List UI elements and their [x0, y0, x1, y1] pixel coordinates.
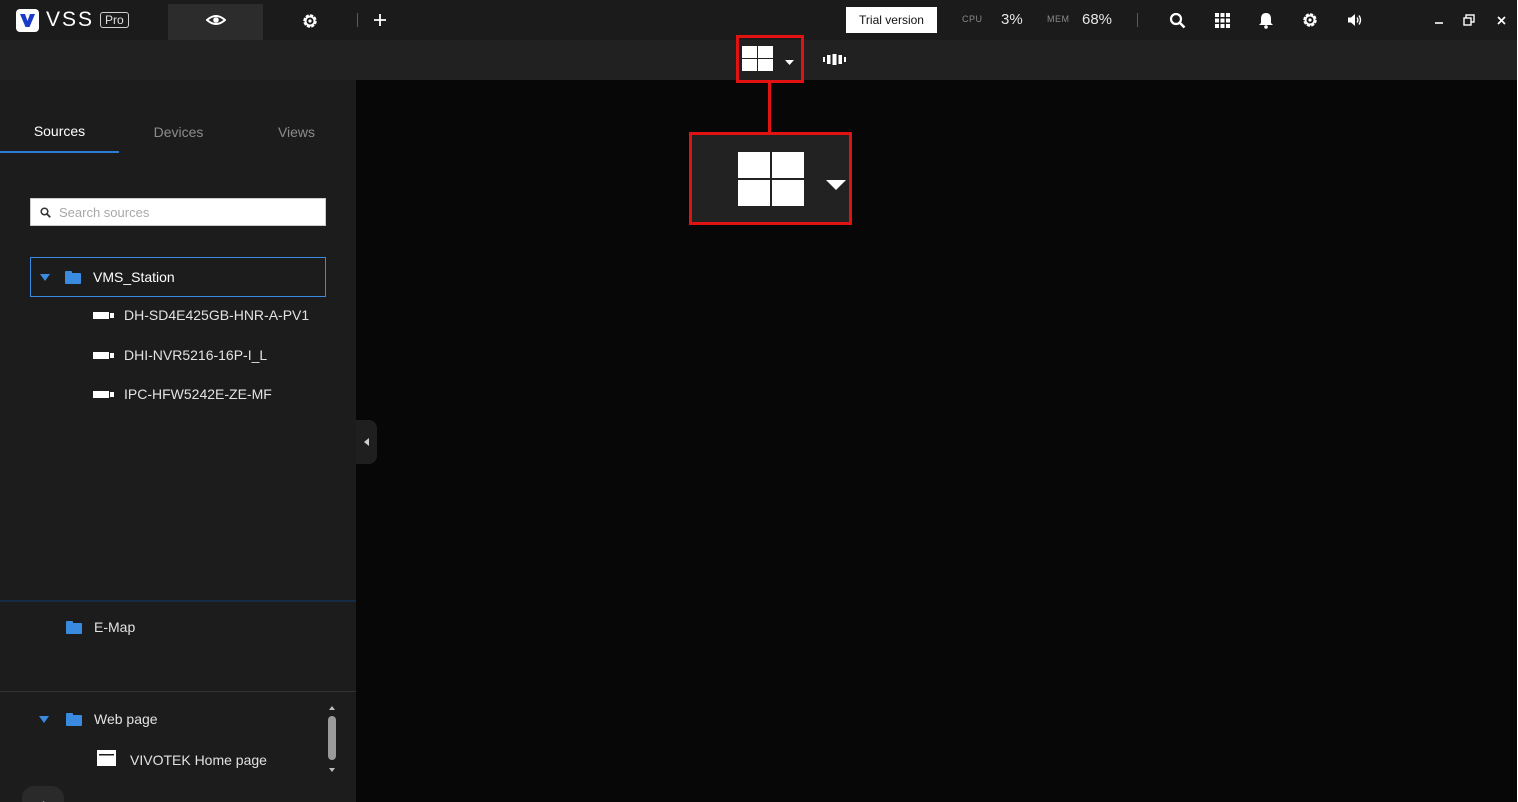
- expand-caret-icon[interactable]: [40, 273, 50, 281]
- tab-devices[interactable]: Devices: [119, 110, 238, 153]
- mem-value: 68%: [1082, 11, 1113, 28]
- tree-item-label: VMS_Station: [93, 269, 175, 285]
- tree-scrollbar[interactable]: [327, 706, 339, 776]
- tree-item-emap[interactable]: E-Map: [66, 619, 135, 635]
- panel-tabs: Sources Devices Views: [0, 110, 356, 154]
- folder-icon: [66, 620, 82, 634]
- restore-icon[interactable]: [1462, 12, 1476, 28]
- bell-icon[interactable]: [1257, 11, 1275, 29]
- scroll-down-icon[interactable]: [329, 768, 335, 772]
- search-box: [30, 198, 326, 226]
- separator: [1137, 13, 1138, 27]
- cpu-label: CPU: [962, 14, 983, 24]
- tree-item-label: Web page: [94, 711, 158, 727]
- mem-label: MEM: [1047, 14, 1070, 24]
- eye-icon: [204, 13, 227, 31]
- section-divider: [0, 691, 356, 692]
- vivotek-logo-icon: [16, 8, 39, 32]
- search-input[interactable]: [59, 204, 309, 220]
- trial-version-button[interactable]: Trial version: [846, 7, 937, 33]
- expand-panel-button[interactable]: [22, 786, 64, 802]
- tree-item-label: DHI-NVR5216-16P-I_L: [124, 347, 268, 363]
- tab-views[interactable]: Views: [237, 110, 356, 153]
- browser-window-icon: [97, 750, 116, 769]
- title-bar: VSS Pro Trial version CPU 3% MEM 68%: [0, 0, 1517, 40]
- scroll-thumb[interactable]: [328, 716, 336, 760]
- tree-item-web-page[interactable]: Web page: [39, 711, 158, 727]
- add-tab-plus-icon[interactable]: [372, 12, 388, 28]
- camera-icon: [93, 390, 114, 398]
- camera-icon: [93, 311, 114, 319]
- close-icon[interactable]: [1494, 12, 1508, 28]
- grid-apps-icon[interactable]: [1213, 11, 1231, 29]
- tree-item-label: E-Map: [94, 619, 136, 635]
- folder-icon: [65, 270, 81, 284]
- layout-button-highlight: [736, 35, 804, 83]
- collapse-sidebar-button[interactable]: [356, 420, 377, 464]
- tab-sources[interactable]: Sources: [0, 110, 119, 153]
- tree-item-camera[interactable]: DHI-NVR5216-16P-I_L: [93, 347, 267, 363]
- tree-item-web-link[interactable]: VIVOTEK Home page: [97, 750, 267, 769]
- cpu-value: 3%: [1001, 11, 1023, 28]
- chevron-left-icon: [364, 433, 369, 451]
- pro-badge: Pro: [100, 12, 129, 28]
- tree-item-label: VIVOTEK Home page: [130, 751, 267, 768]
- section-divider: [0, 600, 356, 602]
- search-icon[interactable]: [1168, 11, 1186, 29]
- app-logo: VSS Pro: [16, 8, 129, 32]
- settings-tab-gear-icon[interactable]: [300, 11, 320, 31]
- tree-item-label: IPC-HFW5242E-ZE-MF: [124, 386, 272, 402]
- volume-icon[interactable]: [1346, 11, 1364, 29]
- minimize-icon[interactable]: [1432, 12, 1446, 28]
- expand-caret-icon[interactable]: [39, 715, 49, 723]
- chevron-down-icon: [826, 177, 846, 195]
- tree-item-label: DH-SD4E425GB-HNR-A-PV1: [124, 307, 310, 323]
- liveview-tab[interactable]: [168, 4, 263, 40]
- search-icon: [40, 206, 51, 218]
- callout-connector: [768, 83, 771, 133]
- tree-item-vms-station[interactable]: VMS_Station: [30, 257, 326, 297]
- video-view-area[interactable]: [377, 225, 1517, 802]
- chevron-up-icon: [39, 793, 48, 802]
- tree-item-camera[interactable]: DH-SD4E425GB-HNR-A-PV1: [93, 307, 309, 323]
- layout-button-zoom-callout: [689, 132, 852, 225]
- tree-item-camera[interactable]: IPC-HFW5242E-ZE-MF: [93, 386, 272, 402]
- scroll-up-icon[interactable]: [329, 706, 335, 710]
- vss-pro-window: VSS Pro Trial version CPU 3% MEM 68% Sou…: [0, 0, 1517, 802]
- separator: [357, 13, 358, 27]
- settings-icon[interactable]: [1301, 11, 1319, 29]
- sources-panel: Sources Devices Views VMS_Station DH-SD4…: [0, 80, 356, 802]
- camera-icon: [93, 351, 114, 359]
- patrol-icon[interactable]: [822, 52, 846, 66]
- layout-2x2-icon: [738, 152, 804, 211]
- app-name: VSS: [46, 8, 95, 31]
- folder-icon: [66, 712, 82, 726]
